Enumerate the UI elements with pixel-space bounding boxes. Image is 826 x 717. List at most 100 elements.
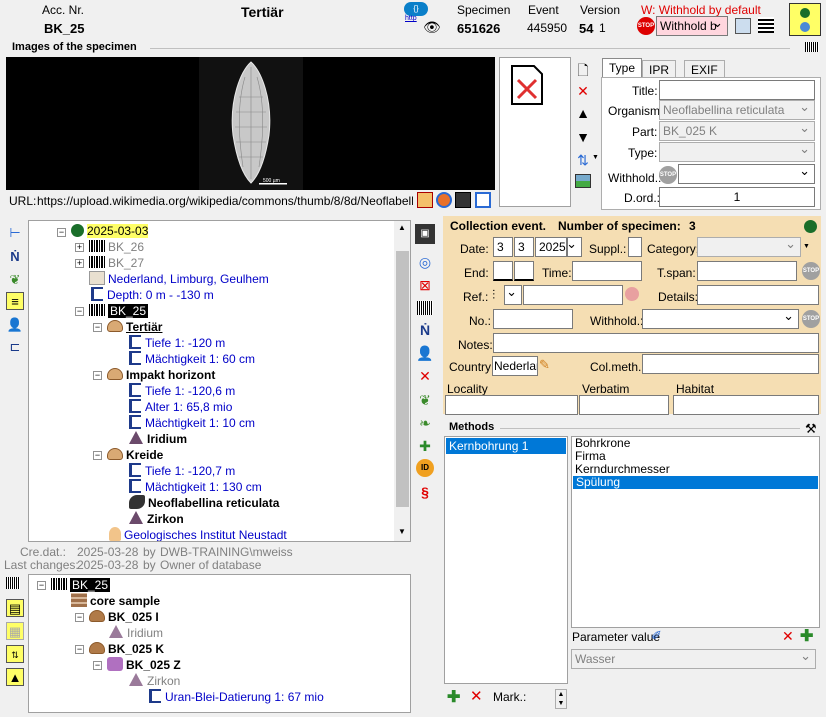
scroll-up-icon[interactable]: ▲ [398,223,406,232]
move-up-icon[interactable]: ▲ [573,103,593,123]
type-select[interactable] [659,142,815,162]
image-viewer[interactable]: 500 µm [6,57,495,190]
export-icon[interactable]: ⊏ [6,338,24,356]
add-person-icon[interactable]: 👤 [415,343,435,363]
tree-i2[interactable]: Alter 1: 65,8 mio [129,399,232,415]
parts-dating[interactable]: Uran-Blei-Datierung 1: 67 mio [149,689,324,705]
no-input[interactable] [493,309,573,329]
remove-param-icon[interactable]: ✕ [782,628,794,645]
tree-inst[interactable]: Geologisches Institut Neustadt [109,527,287,541]
methods-list[interactable]: Kernbohrung 1 [444,436,568,684]
sort-dropdown-icon[interactable]: ▼ [592,154,599,161]
collapse-toggle[interactable]: − [93,323,102,332]
tree-kreide[interactable]: Kreide [107,447,163,463]
parts-p3[interactable]: BK_025 Z [107,657,181,673]
qr-icon[interactable] [758,17,774,33]
tree-bk26[interactable]: BK_26 [89,239,144,255]
date-month[interactable]: 3 [514,237,534,257]
end-month[interactable] [514,261,534,281]
remove-icon[interactable]: ✕ [415,366,435,386]
tree-scrollbar[interactable]: ▲ ▼ [394,221,410,541]
pencil-icon[interactable]: ✎ [539,357,550,373]
title-input[interactable] [659,80,815,100]
tree-i3[interactable]: Mächtigkeit 1: 10 cm [129,415,255,431]
tree-k2[interactable]: Mächtigkeit 1: 130 cm [129,479,262,495]
time-input[interactable] [572,261,642,281]
mark-dropdown[interactable]: ▲ ▼ [555,689,567,709]
edit-param-icon[interactable]: ✐ [651,628,662,644]
ref-input[interactable] [523,285,623,305]
add-param-icon[interactable]: ✚ [800,626,813,646]
image-withhold-select[interactable] [678,164,815,184]
collapse-toggle[interactable]: − [93,661,102,670]
details-input[interactable] [697,285,819,305]
leaf-add-icon[interactable]: ❧ [415,413,435,433]
collapse-toggle[interactable]: − [75,613,84,622]
tree-location[interactable]: Nederland, Limburg, Geulhem [89,271,269,287]
add-method-icon[interactable]: ✚ [447,687,460,707]
tree-i1[interactable]: Tiefe 1: -120,6 m [129,383,235,399]
link-label[interactable]: http [405,15,417,22]
tab-type[interactable]: Type [602,58,643,77]
notes-input[interactable] [493,333,819,353]
tspan-stop-icon[interactable]: STOP [802,262,820,280]
picture-icon[interactable] [575,174,591,188]
end-day[interactable] [493,261,513,281]
event-globe-icon[interactable] [804,220,817,233]
category-dropdown-icon[interactable]: ▼ [803,243,810,250]
param-item-selected[interactable]: Spülung [573,476,818,489]
search-icon[interactable]: ◎ [415,252,435,272]
params-list[interactable]: Bohrkrone Firma Kerndurchmesser Spülung [571,436,820,628]
tree-hierarchy-icon[interactable]: ⊢ [6,224,24,242]
ref-type-icon[interactable]: ⫶ [492,287,495,303]
ref-link-icon[interactable] [625,287,639,301]
parts-core[interactable]: core sample [71,593,160,609]
parts-zirkon[interactable]: Zirkon [129,673,180,689]
tree-impakt[interactable]: Impakt horizont [107,367,215,383]
image-list[interactable] [499,57,571,207]
tree-t1[interactable]: Tiefe 1: -120 m [129,335,225,351]
tree-t2[interactable]: Mächtigkeit 1: 60 cm [129,351,255,367]
method-item[interactable]: Kernbohrung 1 [446,438,566,454]
part-move-icon[interactable]: ⇅ [6,645,24,663]
tree-date-node[interactable]: 2025-03-03 [71,223,149,239]
tree-k1[interactable]: Tiefe 1: -120,7 m [129,463,235,479]
tree-tertiar[interactable]: Tertiär [107,319,162,335]
scroll-thumb[interactable] [396,251,409,507]
part-list-icon[interactable]: ▤ [6,599,24,617]
add-document-icon[interactable]: ✚ [415,436,435,456]
new-file-icon[interactable]: 🗋 [573,60,593,80]
tree-bk25[interactable]: BK_25 [89,303,149,319]
parts-root[interactable]: BK_25 [51,577,111,593]
part-grid-icon[interactable]: ▦ [6,622,24,640]
save-image-icon[interactable] [455,192,471,208]
link-icon[interactable]: {} [404,2,428,16]
tree-zirkon[interactable]: Zirkon [129,511,184,527]
sort-icon-left[interactable]: Ṅ [6,248,24,266]
user-icon[interactable]: 👤 [6,316,24,334]
leaf-tool-icon[interactable]: ❦ [415,390,435,410]
remove-method-icon[interactable]: ✕ [470,687,483,705]
collapse-toggle[interactable]: − [37,581,46,590]
habitat-input[interactable] [673,395,819,415]
warning-icon[interactable]: ▲ [6,668,24,686]
browser-icon[interactable] [436,192,452,208]
report-icon[interactable] [735,18,751,34]
dord-input[interactable]: 1 [659,187,815,207]
ref-select[interactable] [504,285,522,305]
paragraph-icon[interactable]: § [415,482,435,502]
expand-toggle[interactable]: + [75,259,84,268]
colmeth-input[interactable] [642,354,819,374]
parts-iridium[interactable]: Iridium [109,625,163,641]
tree-bk27[interactable]: BK_27 [89,255,144,271]
locality-input[interactable] [445,395,578,415]
leaf-icon[interactable]: ❦ [6,271,24,289]
event-withhold-stop-icon[interactable]: STOP [802,310,820,328]
category-select[interactable] [697,237,801,257]
date-year[interactable]: 2025 [535,237,567,257]
sort-icon[interactable]: ⇅ [573,150,593,170]
tree-neo[interactable]: Neoflabellina reticulata [129,495,279,511]
collapse-toggle[interactable]: − [93,371,102,380]
delete-icon[interactable]: ✕ [573,81,593,101]
country-input[interactable]: Nederlan [492,356,538,376]
